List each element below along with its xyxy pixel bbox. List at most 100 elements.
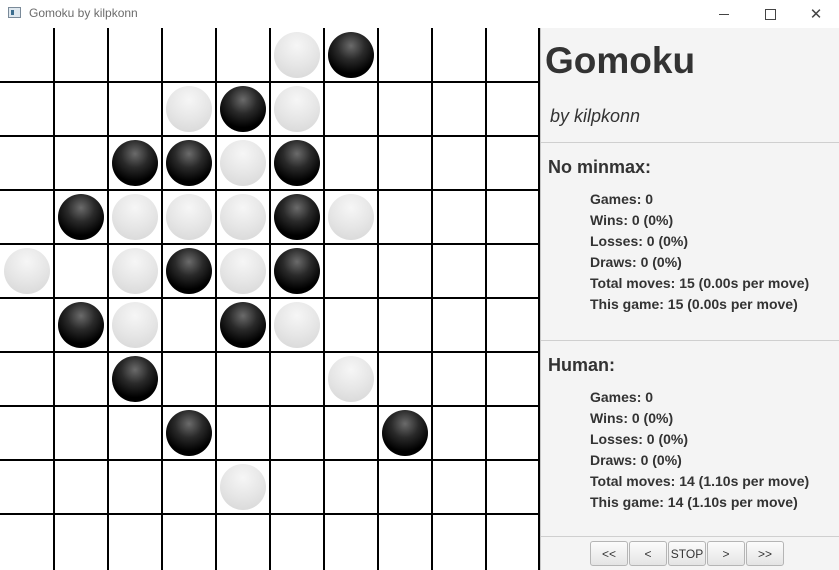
board-cell[interactable] xyxy=(270,352,324,406)
game-board[interactable] xyxy=(0,28,540,570)
board-cell[interactable] xyxy=(486,136,540,190)
board-cell[interactable] xyxy=(486,460,540,514)
maximize-button[interactable] xyxy=(747,0,793,28)
board-cell[interactable] xyxy=(162,406,216,460)
stop-button[interactable]: STOP xyxy=(668,541,706,566)
board-cell[interactable] xyxy=(162,190,216,244)
board-cell[interactable] xyxy=(54,406,108,460)
board-cell[interactable] xyxy=(486,298,540,352)
board-cell[interactable] xyxy=(324,82,378,136)
board-cell[interactable] xyxy=(378,514,432,568)
board-cell[interactable] xyxy=(486,244,540,298)
board-cell[interactable] xyxy=(54,244,108,298)
board-cell[interactable] xyxy=(270,298,324,352)
board-cell[interactable] xyxy=(432,460,486,514)
board-cell[interactable] xyxy=(108,460,162,514)
board-cell[interactable] xyxy=(378,136,432,190)
board-cell[interactable] xyxy=(270,406,324,460)
board-cell[interactable] xyxy=(432,298,486,352)
board-cell[interactable] xyxy=(432,352,486,406)
board-cell[interactable] xyxy=(432,136,486,190)
board-cell[interactable] xyxy=(432,28,486,82)
board-cell[interactable] xyxy=(324,190,378,244)
minimize-button[interactable] xyxy=(701,0,747,28)
board-cell[interactable] xyxy=(0,460,54,514)
board-cell[interactable] xyxy=(216,136,270,190)
board-cell[interactable] xyxy=(216,190,270,244)
board-cell[interactable] xyxy=(324,514,378,568)
board-cell[interactable] xyxy=(324,298,378,352)
board-cell[interactable] xyxy=(324,136,378,190)
board-cell[interactable] xyxy=(162,514,216,568)
board-cell[interactable] xyxy=(54,514,108,568)
board-cell[interactable] xyxy=(378,298,432,352)
board-cell[interactable] xyxy=(216,352,270,406)
board-cell[interactable] xyxy=(108,244,162,298)
board-cell[interactable] xyxy=(216,82,270,136)
board-cell[interactable] xyxy=(0,352,54,406)
board-cell[interactable] xyxy=(324,244,378,298)
board-cell[interactable] xyxy=(162,28,216,82)
board-cell[interactable] xyxy=(54,136,108,190)
board-cell[interactable] xyxy=(486,82,540,136)
board-cell[interactable] xyxy=(216,460,270,514)
board-cell[interactable] xyxy=(486,28,540,82)
board-cell[interactable] xyxy=(270,244,324,298)
board-cell[interactable] xyxy=(324,28,378,82)
board-cell[interactable] xyxy=(108,190,162,244)
board-cell[interactable] xyxy=(324,352,378,406)
board-cell[interactable] xyxy=(108,514,162,568)
board-cell[interactable] xyxy=(378,352,432,406)
board-cell[interactable] xyxy=(54,352,108,406)
board-cell[interactable] xyxy=(324,406,378,460)
board-cell[interactable] xyxy=(378,406,432,460)
board-cell[interactable] xyxy=(162,244,216,298)
board-cell[interactable] xyxy=(216,298,270,352)
board-cell[interactable] xyxy=(0,298,54,352)
last-move-button[interactable]: >> xyxy=(746,541,784,566)
board-cell[interactable] xyxy=(162,460,216,514)
board-cell[interactable] xyxy=(0,244,54,298)
board-cell[interactable] xyxy=(0,406,54,460)
board-cell[interactable] xyxy=(0,28,54,82)
board-cell[interactable] xyxy=(108,82,162,136)
board-cell[interactable] xyxy=(162,82,216,136)
board-cell[interactable] xyxy=(378,28,432,82)
first-move-button[interactable]: << xyxy=(590,541,628,566)
board-cell[interactable] xyxy=(54,28,108,82)
board-cell[interactable] xyxy=(432,82,486,136)
board-cell[interactable] xyxy=(216,244,270,298)
board-cell[interactable] xyxy=(432,244,486,298)
board-cell[interactable] xyxy=(0,190,54,244)
board-cell[interactable] xyxy=(378,82,432,136)
board-cell[interactable] xyxy=(162,298,216,352)
board-cell[interactable] xyxy=(432,190,486,244)
board-cell[interactable] xyxy=(162,136,216,190)
board-cell[interactable] xyxy=(108,406,162,460)
board-cell[interactable] xyxy=(432,514,486,568)
board-cell[interactable] xyxy=(270,190,324,244)
board-cell[interactable] xyxy=(108,28,162,82)
board-cell[interactable] xyxy=(486,514,540,568)
board-cell[interactable] xyxy=(216,514,270,568)
board-cell[interactable] xyxy=(108,352,162,406)
board-cell[interactable] xyxy=(270,82,324,136)
next-move-button[interactable]: > xyxy=(707,541,745,566)
board-cell[interactable] xyxy=(54,190,108,244)
board-cell[interactable] xyxy=(270,136,324,190)
board-cell[interactable] xyxy=(486,406,540,460)
board-cell[interactable] xyxy=(162,352,216,406)
board-cell[interactable] xyxy=(378,460,432,514)
board-cell[interactable] xyxy=(216,406,270,460)
board-cell[interactable] xyxy=(54,460,108,514)
close-button[interactable]: ✕ xyxy=(793,0,839,28)
board-cell[interactable] xyxy=(0,514,54,568)
board-cell[interactable] xyxy=(324,460,378,514)
board-cell[interactable] xyxy=(108,136,162,190)
board-cell[interactable] xyxy=(0,136,54,190)
board-cell[interactable] xyxy=(486,190,540,244)
previous-move-button[interactable]: < xyxy=(629,541,667,566)
board-cell[interactable] xyxy=(378,190,432,244)
board-cell[interactable] xyxy=(378,244,432,298)
board-cell[interactable] xyxy=(270,28,324,82)
